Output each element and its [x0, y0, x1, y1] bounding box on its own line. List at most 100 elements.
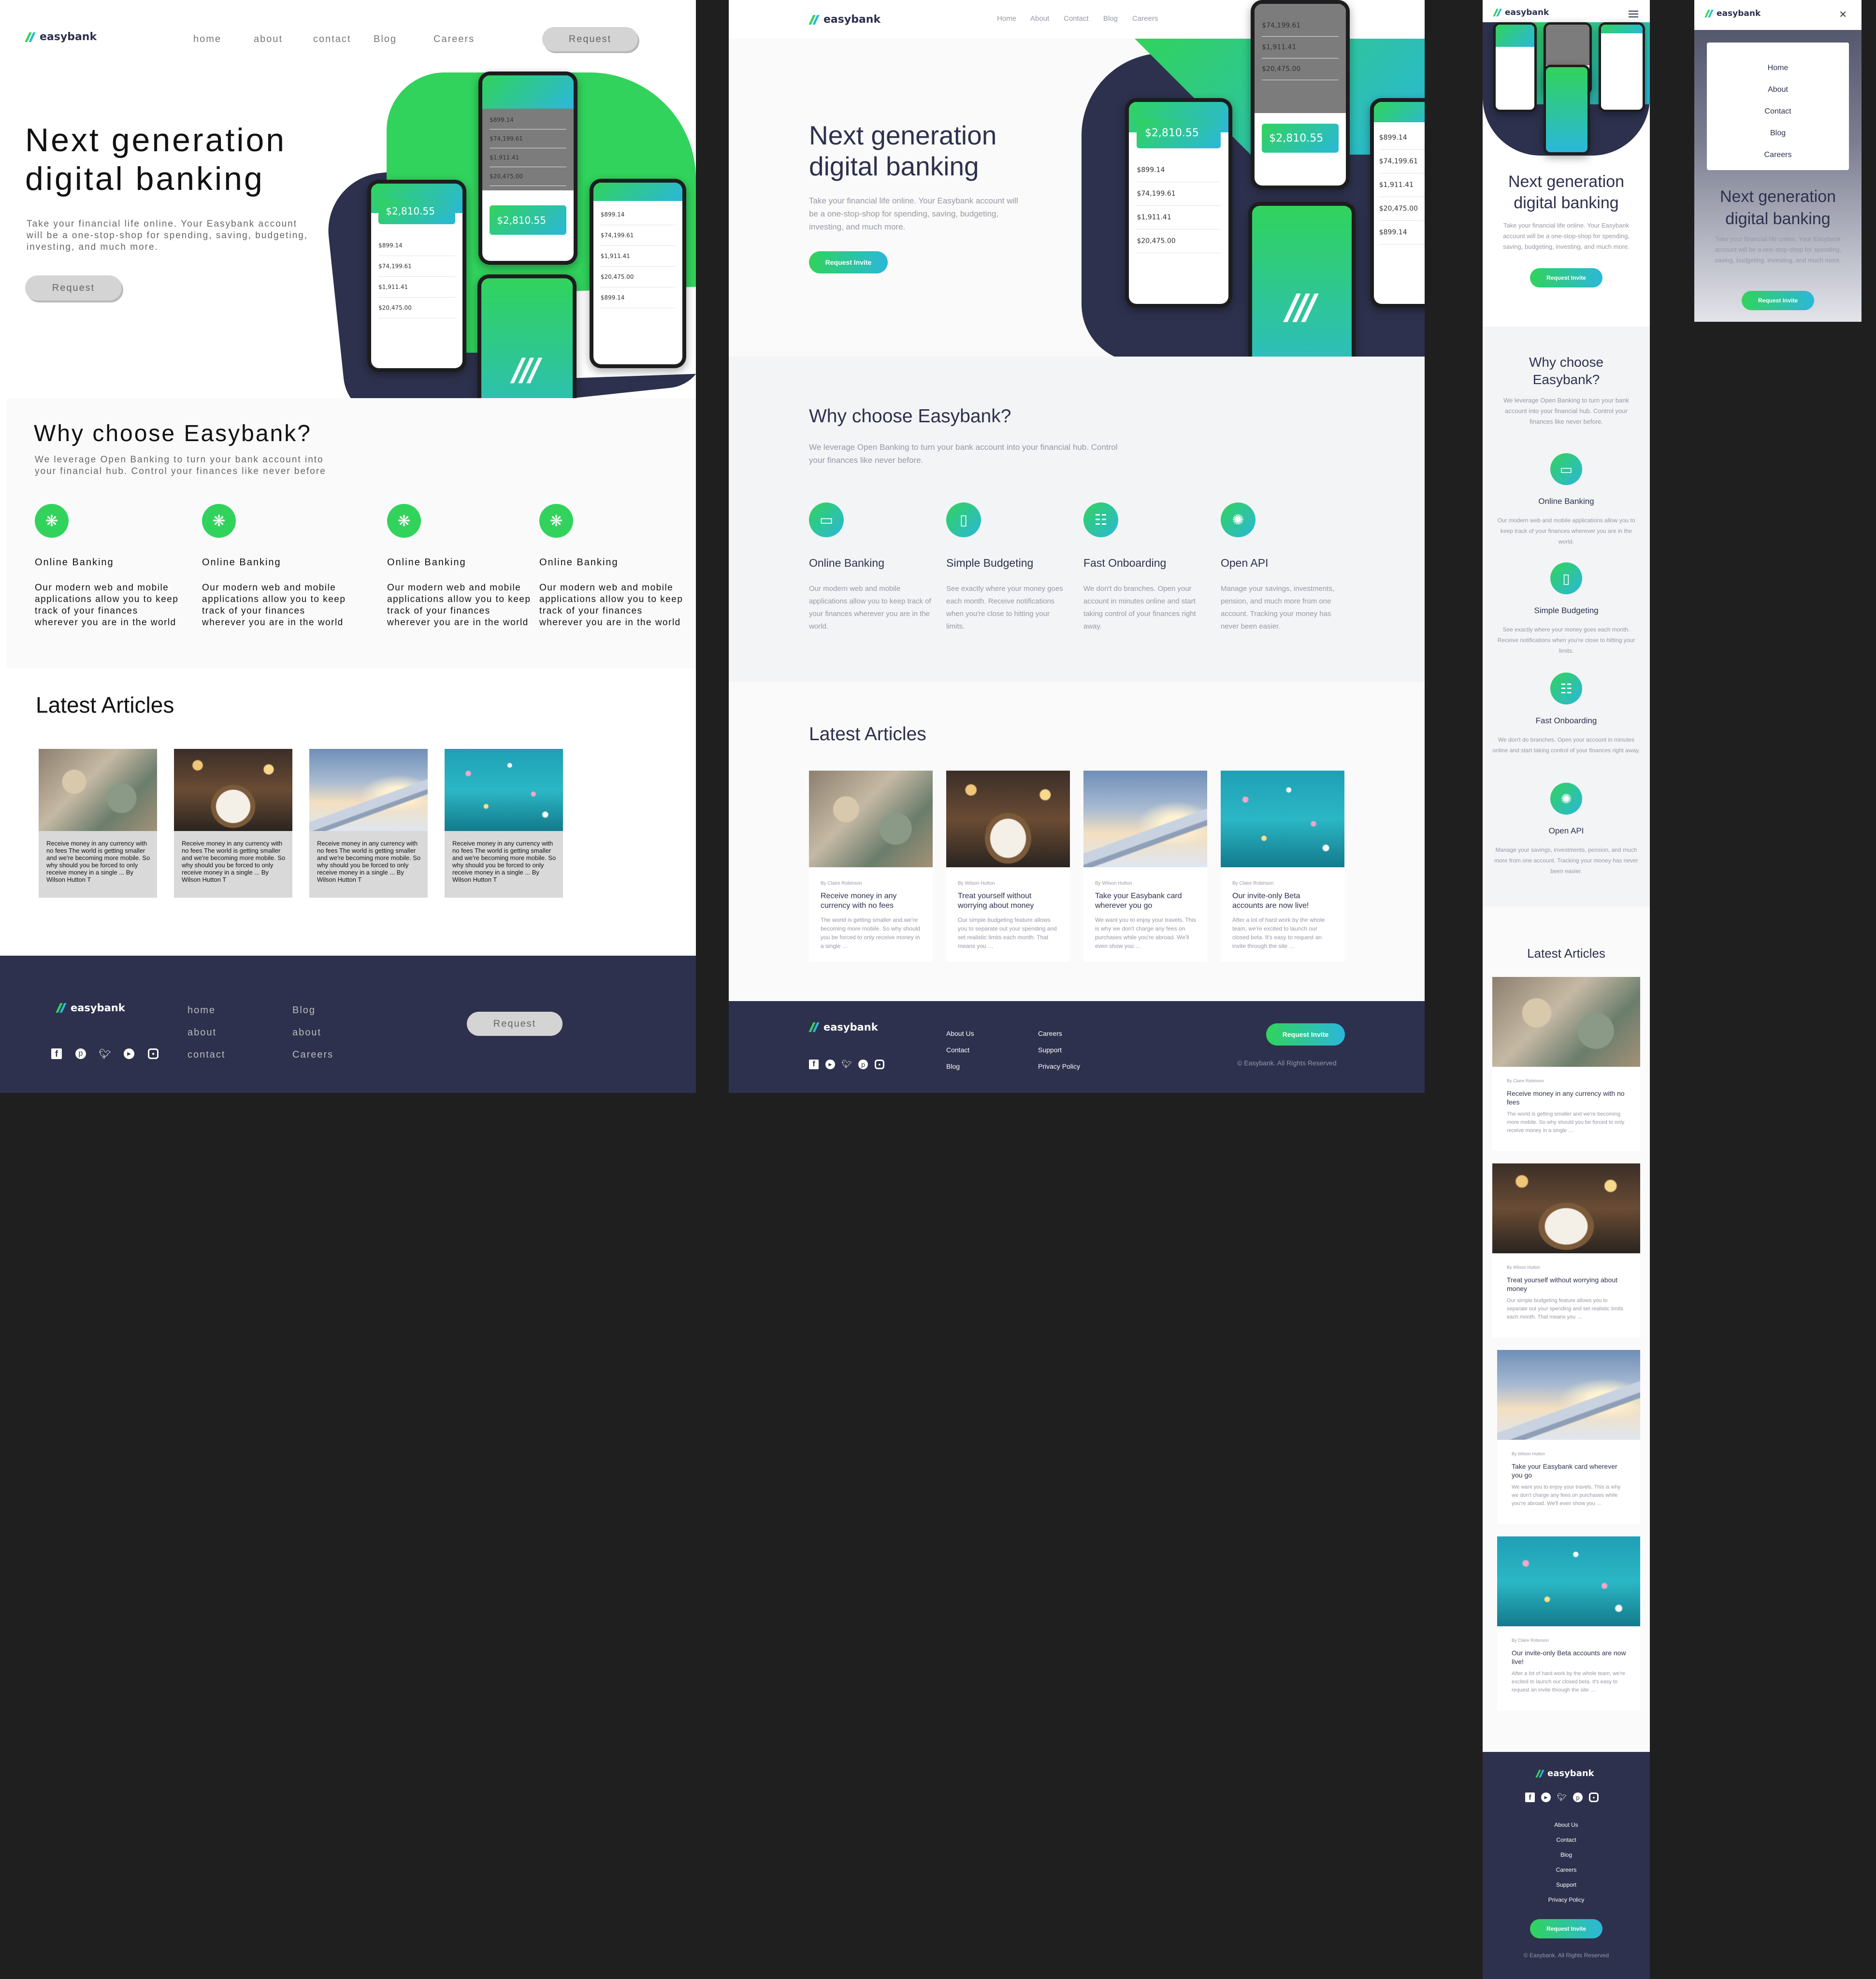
nav-contact[interactable]: Contact	[1064, 14, 1089, 23]
feature-title: Online Banking	[1538, 497, 1594, 506]
footer-request-invite-button[interactable]: Request Invite	[1530, 1919, 1602, 1938]
article-image	[1497, 1350, 1640, 1440]
why-title: Why choose Easybank?	[34, 421, 312, 446]
footer-links-col1: home about contact	[188, 1005, 226, 1060]
article-card[interactable]: By Wilson Hutton Take your Easybank card…	[1083, 771, 1207, 962]
article-card[interactable]: By Claire Robinson Receive money in any …	[809, 771, 933, 962]
nav-careers[interactable]: Careers	[433, 34, 475, 45]
article-card[interactable]: By Wilson Hutton Treat yourself without …	[1492, 1163, 1640, 1337]
logo-mark-icon	[1535, 1769, 1544, 1778]
budgeting-icon: ▯	[1550, 562, 1582, 594]
nav-home[interactable]: home	[193, 34, 221, 45]
mobile-design-panel: easybank Next generation digital banking…	[1483, 0, 1650, 1979]
facebook-icon[interactable]: f	[1525, 1793, 1535, 1802]
feature-text: Our modern web and mobile applications a…	[35, 583, 179, 628]
menu-item-contact[interactable]: Contact	[1707, 100, 1849, 122]
pinterest-icon[interactable]: p	[1573, 1793, 1583, 1802]
youtube-icon[interactable]: ▶	[124, 1048, 134, 1059]
article-image	[1492, 977, 1640, 1067]
phone-mockup	[1599, 22, 1645, 112]
pinterest-icon[interactable]: p	[858, 1060, 868, 1069]
nav-blog[interactable]: Blog	[1103, 14, 1118, 23]
feature-title: Open API	[1548, 826, 1584, 835]
nav-contact[interactable]: contact	[313, 34, 351, 45]
article-card[interactable]: By Wilson Hutton Take your Easybank card…	[1497, 1350, 1640, 1524]
feature-title: Online Banking	[539, 557, 619, 568]
online-banking-icon: ▭	[809, 502, 844, 537]
hero-request-invite-button[interactable]: Request Invite	[1742, 291, 1814, 310]
articles-title: Latest Articles	[1527, 946, 1605, 961]
desktop-design-panel: easybank Home About Contact Blog Careers…	[729, 0, 1425, 1093]
facebook-icon[interactable]: f	[51, 1048, 62, 1059]
feature-text: See exactly where your money goes each m…	[1497, 626, 1635, 654]
nav-home[interactable]: Home	[997, 14, 1016, 23]
article-card[interactable]: Receive money in any currency with no fe…	[445, 749, 563, 898]
mobile-menu-panel: easybank × Home About Contact Blog Caree…	[1694, 0, 1862, 322]
hero-request-invite-button[interactable]: Request Invite	[1530, 268, 1602, 287]
youtube-icon[interactable]: ▶	[825, 1060, 835, 1069]
onboarding-icon: ☷	[1083, 502, 1118, 537]
article-card[interactable]: By Claire Robinson Our invite-only Beta …	[1497, 1536, 1640, 1710]
feature-text: We don't do branches. Open your account …	[1492, 736, 1640, 754]
nav-about[interactable]: About	[1030, 14, 1049, 23]
pinterest-icon[interactable]: p	[75, 1048, 86, 1059]
api-icon: ✺	[1550, 783, 1582, 815]
youtube-icon[interactable]: ▶	[1541, 1793, 1551, 1802]
article-image	[1083, 771, 1207, 867]
feature-title: Online Banking	[202, 557, 281, 568]
article-card[interactable]: Receive money in any currency with no fe…	[309, 749, 428, 898]
menu-item-careers[interactable]: Careers	[1707, 144, 1849, 166]
feature-title: Online Banking	[809, 557, 884, 569]
logo[interactable]: easybank	[808, 14, 880, 26]
facebook-icon[interactable]: f	[809, 1060, 819, 1069]
nav-about[interactable]: about	[254, 34, 283, 45]
feature-title: Online Banking	[387, 557, 466, 568]
social-links: f ▶ 🐦︎ p ●	[1525, 1793, 1599, 1802]
instagram-icon[interactable]: ●	[148, 1048, 159, 1059]
feature-icon: ❋	[539, 504, 573, 538]
footer	[0, 956, 696, 1093]
feature-text: Our modern web and mobile applications a…	[539, 583, 683, 628]
phone-mockup: $899.14 $74,199.61 $1,911.41 $20,475.00 $899…	[590, 179, 686, 368]
why-title: Why choose Easybank?	[1529, 355, 1604, 387]
menu-item-blog[interactable]: Blog	[1707, 122, 1849, 144]
instagram-icon[interactable]: ●	[1589, 1793, 1599, 1802]
footer-logo[interactable]: easybank	[1535, 1768, 1594, 1778]
nav-careers[interactable]: Careers	[1132, 14, 1158, 23]
copyright: © Easybank. All Rights Reserved	[1523, 1952, 1609, 1959]
logo[interactable]: easybank	[25, 31, 97, 43]
nav-blog[interactable]: Blog	[374, 34, 397, 45]
phone-mockup: $74,199.61 $1,911.41 $20,475.00 $2,810.55	[1251, 0, 1350, 189]
menu-item-about[interactable]: About	[1707, 79, 1849, 100]
feature-title: Fast Onboarding	[1083, 557, 1167, 569]
footer-links: About Us Contact Blog Careers Support Pr…	[1548, 1821, 1585, 1903]
logo[interactable]: easybank	[1493, 8, 1549, 17]
logo[interactable]: easybank	[1704, 9, 1761, 18]
footer-request-invite-button[interactable]: Request Invite	[1266, 1023, 1345, 1046]
online-banking-icon: ▭	[1550, 453, 1582, 485]
footer-logo[interactable]: easybank	[808, 1021, 878, 1033]
article-card[interactable]: By Claire Robinson Receive money in any …	[1492, 977, 1640, 1151]
request-button[interactable]: Request	[542, 27, 638, 51]
hero-request-invite-button[interactable]: Request Invite	[809, 251, 888, 273]
footer-logo[interactable]: easybank	[56, 1002, 125, 1014]
twitter-icon[interactable]: 🐦︎	[1557, 1793, 1567, 1802]
logo-mark-icon	[56, 1003, 67, 1013]
hero-request-button[interactable]: Request	[25, 275, 122, 301]
budgeting-icon: ▯	[946, 502, 981, 537]
footer-request-button[interactable]: Request	[467, 1012, 563, 1036]
menu-item-home[interactable]: Home	[1707, 57, 1849, 79]
instagram-icon[interactable]: ●	[875, 1060, 884, 1069]
hero-text: Take your financial life online. Your Ea…	[1715, 235, 1841, 264]
social-links: f ▶ 🐦︎ p ●	[809, 1060, 884, 1069]
article-card[interactable]: Receive money in any currency with no fe…	[39, 749, 157, 898]
hamburger-icon[interactable]	[1629, 11, 1638, 17]
twitter-icon[interactable]: 🐦︎	[841, 1060, 852, 1069]
article-card[interactable]: By Wilson Hutton Treat yourself without …	[946, 771, 1070, 962]
close-icon[interactable]: ×	[1839, 8, 1847, 20]
article-card[interactable]: By Claire Robinson Our invite-only Beta …	[1221, 771, 1344, 962]
twitter-icon[interactable]: 🐦︎	[99, 1048, 111, 1060]
feature-title: Simple Budgeting	[946, 557, 1034, 569]
feature-text: Manage your savings, investments, pensio…	[1221, 585, 1335, 631]
article-card[interactable]: Receive money in any currency with no fe…	[174, 749, 292, 898]
